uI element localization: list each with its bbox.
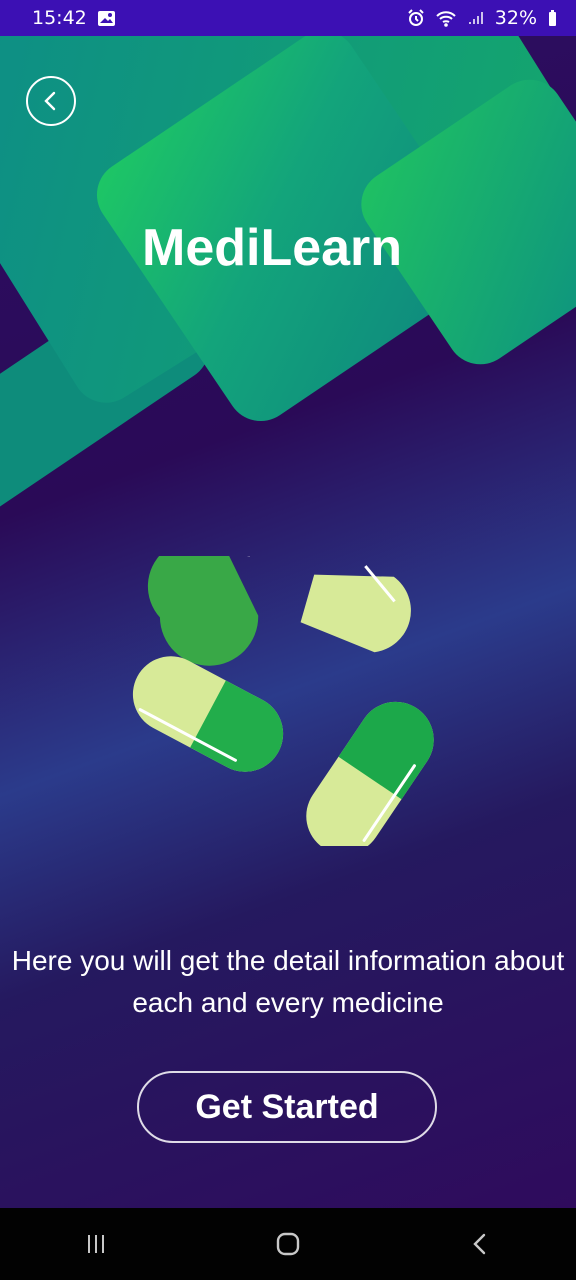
status-right: 32% <box>407 7 558 29</box>
onboarding-description: Here you will get the detail information… <box>11 945 565 1018</box>
back-button[interactable] <box>26 76 76 126</box>
battery-percentage: 32% <box>494 7 537 29</box>
navigation-back-button[interactable] <box>440 1220 520 1268</box>
chevron-left-icon <box>44 91 56 111</box>
signal-icon <box>468 12 483 24</box>
recent-apps-button[interactable] <box>56 1220 136 1268</box>
get-started-button[interactable]: Get Started <box>137 1071 437 1143</box>
image-icon <box>97 10 115 26</box>
alarm-icon <box>408 9 424 26</box>
recent-apps-icon <box>88 1235 104 1253</box>
pill-top-right <box>300 565 411 653</box>
pill-right <box>306 701 434 846</box>
wifi-icon <box>436 11 456 27</box>
status-bar: 15:42 32% <box>0 0 576 36</box>
medicine-illustration <box>132 556 434 846</box>
app-logo: MediLearn <box>142 219 403 277</box>
system-navigation-bar <box>0 1208 576 1280</box>
battery-icon <box>549 9 556 26</box>
home-button[interactable] <box>248 1220 328 1268</box>
home-icon <box>276 1232 300 1256</box>
status-time: 15:42 <box>32 7 87 29</box>
onboarding-screen: MediLearn Here you will get the detail i… <box>0 36 576 1208</box>
back-icon <box>473 1233 486 1255</box>
status-left: 15:42 <box>32 7 116 29</box>
